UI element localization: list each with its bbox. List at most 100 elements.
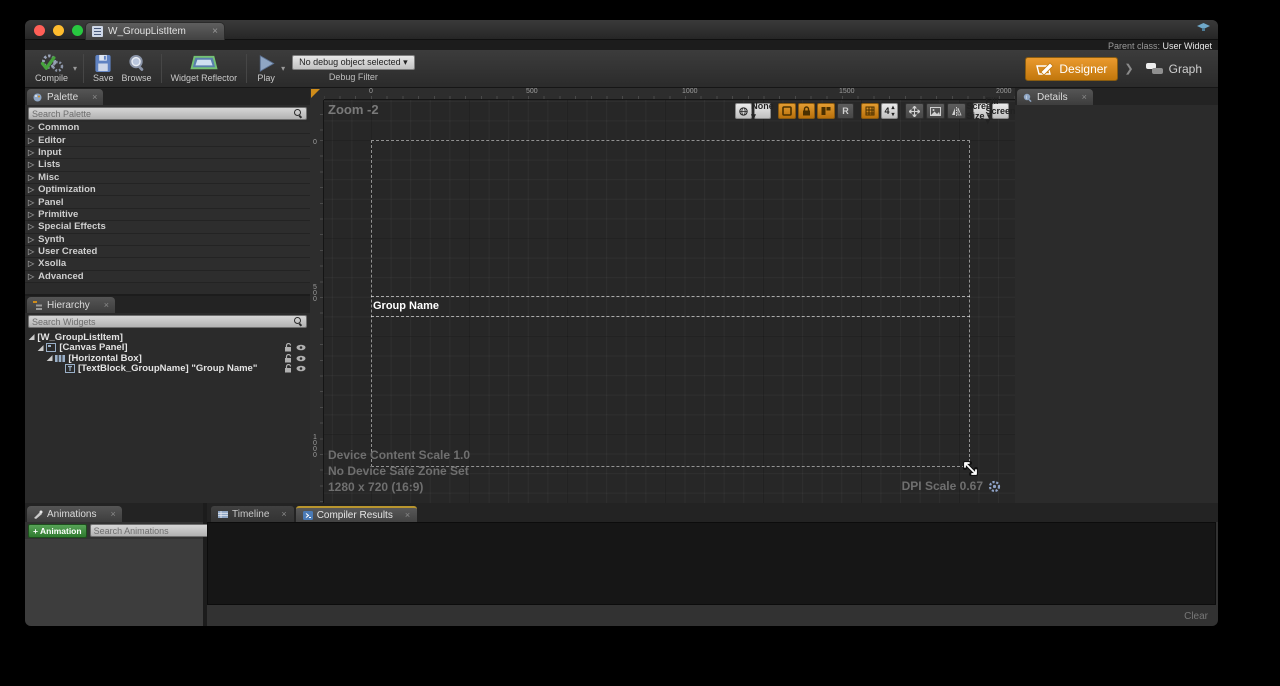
resolution-label: 1280 x 720 (16:9)	[328, 479, 470, 495]
palette-category-advanced[interactable]: ▷Advanced	[25, 271, 310, 283]
bottom-dock: Animations× + Animation Timeline×	[25, 503, 1218, 626]
group-name-textblock[interactable]: Group Name	[373, 300, 439, 312]
grid-snap-size-spinner[interactable]: 4▴▾	[881, 103, 898, 119]
palette-category-input[interactable]: ▷Input	[25, 147, 310, 159]
transform-mode-button[interactable]	[905, 103, 924, 119]
palette-category-user-created[interactable]: ▷User Created	[25, 246, 310, 258]
horizontal-box-outline[interactable]: Group Name	[371, 296, 970, 317]
visibility-eye-icon[interactable]	[296, 343, 306, 352]
lock-widgets-button[interactable]	[798, 103, 815, 119]
respect-locks-button[interactable]	[817, 103, 835, 119]
compile-gears-icon	[39, 54, 65, 73]
hierarchy-item-canvas-panel[interactable]: ◢ [Canvas Panel]	[25, 343, 310, 354]
globe-icon	[739, 106, 748, 117]
timeline-compiler-panel: Timeline× Compiler Results× Clear	[207, 503, 1218, 626]
animations-tab[interactable]: Animations×	[27, 506, 122, 522]
compiler-results-tab[interactable]: Compiler Results×	[296, 506, 417, 522]
compiler-results-log[interactable]	[207, 522, 1216, 605]
palette-category-common[interactable]: ▷Common	[25, 122, 310, 134]
localization-preview-button[interactable]	[735, 103, 752, 119]
image-icon	[930, 107, 941, 116]
maximize-window-button[interactable]	[72, 25, 83, 36]
outline-toggle-button[interactable]	[778, 103, 796, 119]
asset-tab-close-icon[interactable]: ×	[212, 26, 218, 37]
flip-preview-button[interactable]	[947, 103, 966, 119]
details-tab-close-icon[interactable]: ×	[1082, 92, 1087, 102]
palette-category-misc[interactable]: ▷Misc	[25, 172, 310, 184]
palette-category-synth[interactable]: ▷Synth	[25, 234, 310, 246]
lock-open-icon[interactable]	[283, 343, 293, 352]
visibility-eye-icon[interactable]	[296, 354, 306, 363]
designer-viewport[interactable]: 0 500 1000 1500 2000 0 500 1000 Zoom -2 …	[310, 88, 1015, 503]
asset-tab[interactable]: W_GroupListItem ×	[85, 22, 225, 40]
expand-arrow-icon[interactable]: ◢	[47, 354, 52, 362]
mirror-icon	[951, 107, 962, 116]
compile-options-caret-icon[interactable]: ▾	[73, 64, 77, 73]
hierarchy-item-horizontal-box[interactable]: ◢ [Horizontal Box]	[25, 353, 310, 364]
hierarchy-item-textblock-groupname[interactable]: [TextBlock_GroupName] "Group Name"	[25, 364, 310, 375]
palette-panel: Palette× ▷Common ▷Editor ▷Input ▷Lists ▷…	[25, 88, 310, 294]
play-options-caret-icon[interactable]: ▾	[281, 64, 285, 73]
palette-search-input[interactable]	[32, 109, 294, 119]
palette-category-optimization[interactable]: ▷Optimization	[25, 184, 310, 196]
safe-zone-label: No Device Safe Zone Set	[328, 463, 470, 479]
palette-tab[interactable]: Palette×	[27, 89, 103, 105]
visibility-eye-icon[interactable]	[296, 364, 306, 373]
clear-log-button[interactable]: Clear	[1184, 611, 1208, 622]
horizontal-ruler: 0 500 1000 1500 2000	[324, 88, 1015, 100]
tutorial-cap-icon[interactable]	[1197, 23, 1210, 32]
play-button[interactable]: Play	[252, 52, 280, 85]
save-button[interactable]: Save	[89, 52, 118, 85]
lock-open-icon[interactable]	[283, 364, 293, 373]
timeline-tab-close-icon[interactable]: ×	[281, 509, 286, 519]
vertical-ruler: 0 500 1000	[310, 100, 324, 503]
widget-reflector-button[interactable]: Widget Reflector	[167, 52, 242, 85]
palette-category-xsolla[interactable]: ▷Xsolla	[25, 258, 310, 270]
expand-arrow-icon[interactable]: ◢	[38, 344, 43, 352]
palette-category-special-effects[interactable]: ▷Special Effects	[25, 221, 310, 233]
fill-screen-dropdown[interactable]: Fill Screen ▾	[992, 103, 1009, 119]
animations-tab-close-icon[interactable]: ×	[110, 509, 115, 519]
palette-category-panel[interactable]: ▷Panel	[25, 196, 310, 208]
palette-category-lists[interactable]: ▷Lists	[25, 159, 310, 171]
compile-button[interactable]: Compile	[31, 52, 72, 85]
main-toolbar: Compile ▾ Save Browse Wi	[25, 50, 1218, 88]
dpi-settings-gear-icon[interactable]	[988, 480, 1001, 493]
details-tab[interactable]: i Details×	[1017, 89, 1093, 105]
add-animation-button[interactable]: + Animation	[28, 524, 87, 538]
minimize-window-button[interactable]	[53, 25, 64, 36]
text-block-icon	[65, 364, 75, 373]
hierarchy-search-input[interactable]	[32, 317, 294, 327]
outline-box-icon	[782, 106, 792, 116]
palette-category-editor[interactable]: ▷Editor	[25, 134, 310, 146]
animations-search-input[interactable]	[94, 526, 211, 536]
designer-mode-button[interactable]: Designer	[1025, 57, 1118, 81]
animations-panel: Animations× + Animation	[25, 503, 203, 626]
flag-dropdown-button[interactable]: None ▾	[754, 103, 771, 119]
play-icon	[256, 54, 276, 73]
grid-snap-toggle-button[interactable]	[861, 103, 879, 119]
hierarchy-tab[interactable]: Hierarchy×	[27, 297, 115, 313]
preview-background-button[interactable]	[926, 103, 945, 119]
debug-object-dropdown[interactable]: No debug object selected ▾	[292, 55, 415, 70]
hierarchy-tree: ◢ [W_GroupListItem] ◢ [Canvas Panel] ◢ […	[25, 330, 310, 374]
design-grid-area[interactable]: Zoom -2 None ▾ R	[324, 100, 1015, 503]
raw-edit-toggle-button[interactable]: R	[837, 103, 854, 119]
compiler-results-icon	[303, 511, 313, 520]
widget-reflector-icon	[189, 54, 219, 73]
browse-button[interactable]: Browse	[118, 52, 156, 85]
lock-open-icon[interactable]	[283, 354, 293, 363]
hierarchy-tab-close-icon[interactable]: ×	[104, 300, 109, 310]
hierarchy-item-root[interactable]: ◢ [W_GroupListItem]	[25, 332, 310, 343]
palette-tab-close-icon[interactable]: ×	[92, 92, 97, 102]
palette-category-primitive[interactable]: ▷Primitive	[25, 209, 310, 221]
debug-filter-group: No debug object selected ▾ Debug Filter	[292, 52, 415, 85]
svg-text:i: i	[1026, 95, 1027, 101]
timeline-tab[interactable]: Timeline×	[211, 506, 294, 522]
graph-mode-button[interactable]: Graph	[1140, 58, 1208, 80]
close-window-button[interactable]	[34, 25, 45, 36]
expand-arrow-icon[interactable]: ◢	[29, 333, 34, 341]
compiler-results-tab-close-icon[interactable]: ×	[405, 510, 410, 520]
asset-doc-icon	[92, 26, 103, 37]
resize-handle-icon[interactable]	[962, 460, 979, 477]
